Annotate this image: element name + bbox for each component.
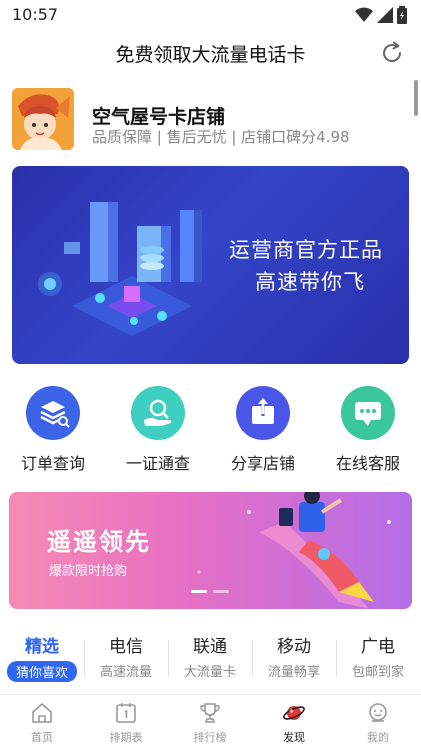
status-bar: 10:57: [0, 0, 421, 30]
wifi-icon: [355, 7, 373, 22]
tab-name: 精选: [25, 637, 59, 657]
signal-icon: [377, 7, 393, 23]
content-area[interactable]: 空气屋号卡店铺 品质保障 | 售后无忧 | 店铺口碑分4.98 运营商官方正品 …: [0, 76, 421, 694]
tab-name: 联通: [193, 637, 227, 657]
category-tabs: 精选 猜你喜欢 电信 高速流量 联通 大流量卡 移动 流量畅享 广电 包邮到家: [0, 632, 421, 684]
title-bar: 免费领取大流量电话卡: [0, 30, 421, 76]
quick-action-label: 在线客服: [335, 454, 400, 473]
battery-icon: [397, 6, 407, 24]
quick-actions: 订单查询 一证通查 分享店铺 在线客服: [0, 386, 421, 476]
nav-profile[interactable]: 我的: [336, 695, 420, 748]
tab-subtitle: 包邮到家: [351, 665, 404, 680]
order-search-icon: [26, 386, 80, 440]
tab-subtitle: 高速流量: [99, 665, 152, 680]
carousel-dots: [191, 590, 229, 593]
nav-label: 首页: [31, 731, 53, 744]
page-title: 免费领取大流量电话卡: [115, 44, 306, 66]
online-service-button[interactable]: 在线客服: [318, 386, 418, 476]
shop-avatar: [12, 88, 74, 150]
planet-icon: [283, 706, 305, 720]
bottom-nav: 首页 排期表 排行榜 发现 我的: [0, 694, 421, 748]
tab-telecom[interactable]: 电信 高速流量: [84, 632, 168, 684]
tab-unicom[interactable]: 联通 大流量卡: [168, 632, 252, 684]
hero-illustration: [38, 202, 202, 336]
tab-subtitle: 大流量卡: [183, 665, 236, 680]
hero-line-1: 运营商官方正品: [229, 238, 383, 262]
quick-action-label: 一证通查: [125, 454, 190, 473]
trophy-icon: [200, 703, 220, 723]
status-time: 10:57: [12, 5, 59, 24]
nav-discover[interactable]: 发现: [252, 695, 336, 748]
nav-label: 发现: [283, 731, 305, 744]
quick-action-label: 分享店铺: [230, 454, 295, 473]
status-icons: [355, 6, 407, 24]
shop-name: 空气屋号卡店铺: [92, 106, 226, 128]
tab-name: 广电: [361, 637, 395, 657]
nav-schedule[interactable]: 排期表: [84, 695, 168, 748]
tab-mobile[interactable]: 移动 流量畅享: [252, 632, 336, 684]
refresh-icon[interactable]: [379, 40, 405, 66]
tab-subtitle: 流量畅享: [267, 665, 320, 680]
hero-banner[interactable]: 运营商官方正品 高速带你飞: [12, 166, 409, 364]
tab-name: 移动: [277, 637, 311, 657]
promo-banner[interactable]: 遥遥领先 爆款限时抢购: [9, 492, 412, 609]
hero-line-2: 高速带你飞: [255, 270, 365, 294]
tab-broadcast[interactable]: 广电 包邮到家: [336, 632, 420, 684]
nav-label: 排行榜: [193, 731, 227, 744]
home-icon: [32, 703, 52, 723]
tab-name: 电信: [109, 637, 143, 657]
id-check-button[interactable]: 一证通查: [108, 386, 208, 476]
id-search-icon: [131, 386, 185, 440]
tab-featured[interactable]: 精选 猜你喜欢: [0, 632, 84, 684]
share-shop-button[interactable]: 分享店铺: [213, 386, 313, 476]
chat-icon: [341, 386, 395, 440]
carousel-dot[interactable]: [191, 590, 207, 593]
order-search-button[interactable]: 订单查询: [3, 386, 103, 476]
share-icon: [236, 386, 290, 440]
promo-subtitle: 爆款限时抢购: [49, 564, 128, 579]
promo-title: 遥遥领先: [47, 528, 151, 556]
nav-label: 排期表: [109, 731, 143, 744]
carousel-dot[interactable]: [213, 590, 229, 593]
shop-description: 品质保障 | 售后无忧 | 店铺口碑分4.98: [92, 128, 350, 146]
nav-home[interactable]: 首页: [0, 695, 84, 748]
quick-action-label: 订单查询: [20, 454, 85, 473]
profile-icon: [369, 703, 387, 722]
tab-subtitle: 猜你喜欢: [6, 661, 77, 682]
scrollbar[interactable]: [414, 80, 418, 116]
nav-ranking[interactable]: 排行榜: [168, 695, 252, 748]
calendar-icon: [116, 703, 136, 723]
nav-label: 我的: [367, 731, 389, 744]
